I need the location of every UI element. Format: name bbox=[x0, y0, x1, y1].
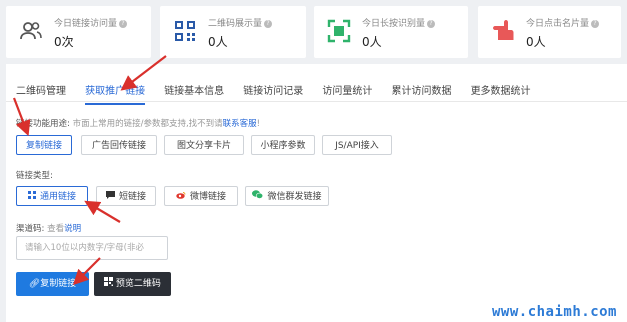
help-icon[interactable]: ? bbox=[119, 19, 128, 28]
wechat-icon bbox=[252, 187, 264, 207]
help-icon[interactable]: ? bbox=[427, 19, 436, 28]
stat-card-qr-views: 二维码展示量? 0人 bbox=[160, 6, 306, 58]
stat-card-visits: 今日链接访问量? 0次 bbox=[6, 6, 151, 58]
usage-ad-callback-button[interactable]: 广告回传链接 bbox=[81, 135, 157, 155]
stat-value: 0人 bbox=[208, 35, 228, 49]
stat-label: 今日长按识别量? bbox=[362, 16, 436, 29]
usage-share-card-button[interactable]: 图文分享卡片 bbox=[164, 135, 244, 155]
tab-more-stats[interactable]: 更多数据统计 bbox=[471, 82, 531, 103]
tab-access-log[interactable]: 链接访问记录 bbox=[243, 82, 303, 103]
help-icon[interactable]: ? bbox=[591, 19, 600, 28]
grid-icon bbox=[27, 187, 36, 207]
type-wechat-group-button[interactable]: 微信群发链接 bbox=[245, 186, 329, 206]
stat-label: 今日链接访问量? bbox=[54, 16, 128, 29]
stat-label: 今日点击名片量? bbox=[526, 16, 600, 29]
help-icon[interactable]: ? bbox=[264, 19, 273, 28]
usage-miniprogram-button[interactable]: 小程序参数 bbox=[251, 135, 315, 155]
type-weibo-link-button[interactable]: 微博链接 bbox=[164, 186, 238, 206]
usage-hint: 市面上常用的链接/参数都支持,找不到请 bbox=[72, 119, 223, 129]
weibo-icon bbox=[176, 187, 186, 207]
copy-link-button[interactable]: 🔗︎复制链接 bbox=[16, 272, 89, 296]
preview-qr-button[interactable]: 预览二维码 bbox=[94, 272, 171, 296]
stat-value: 0人 bbox=[526, 35, 546, 49]
tab-link-info[interactable]: 链接基本信息 bbox=[164, 82, 224, 103]
qrcode-icon bbox=[104, 277, 116, 289]
link-panel: 二维码管理 获取推广链接 链接基本信息 链接访问记录 访问量统计 累计访问数据 … bbox=[6, 64, 627, 322]
users-icon bbox=[20, 22, 42, 40]
channel-code-input[interactable]: 请输入10位以内数字/字母(非必 bbox=[16, 236, 168, 260]
type-label: 链接类型: bbox=[16, 171, 53, 181]
type-universal-link-button[interactable]: 通用链接 bbox=[16, 186, 88, 206]
usage-js-api-button[interactable]: JS/API接入 bbox=[322, 135, 392, 155]
stat-card-clicks: 今日点击名片量? 0人 bbox=[478, 6, 621, 58]
stat-value: 0人 bbox=[362, 35, 382, 49]
contact-service-link[interactable]: 联系客服 bbox=[223, 119, 257, 129]
tab-bar: 二维码管理 获取推广链接 链接基本信息 链接访问记录 访问量统计 累计访问数据 … bbox=[16, 79, 545, 105]
tab-cumulative[interactable]: 累计访问数据 bbox=[391, 82, 451, 103]
hand-icon bbox=[493, 20, 514, 40]
tab-divider bbox=[6, 101, 627, 102]
watermark: www.chaimh.com bbox=[491, 304, 617, 320]
usage-copy-link-button[interactable]: 复制链接 bbox=[16, 135, 72, 155]
message-icon bbox=[105, 187, 115, 207]
scan-icon bbox=[327, 19, 351, 43]
channel-help-link[interactable]: 说明 bbox=[64, 224, 81, 234]
stat-label: 二维码展示量? bbox=[208, 16, 273, 29]
usage-label: 链接功能用途: 市面上常用的链接/参数都支持,找不到请联系客服! bbox=[16, 119, 261, 129]
stat-card-scan: 今日长按识别量? 0人 bbox=[314, 6, 468, 58]
tab-visit-stats[interactable]: 访问量统计 bbox=[322, 82, 372, 103]
type-short-link-button[interactable]: 短链接 bbox=[96, 186, 156, 206]
tab-qr-manage[interactable]: 二维码管理 bbox=[16, 82, 66, 103]
stat-value: 0次 bbox=[54, 35, 74, 49]
qrcode-icon bbox=[175, 21, 195, 41]
link-icon: 🔗︎ bbox=[28, 279, 41, 289]
channel-label: 渠道码: 查看说明 bbox=[16, 224, 82, 234]
